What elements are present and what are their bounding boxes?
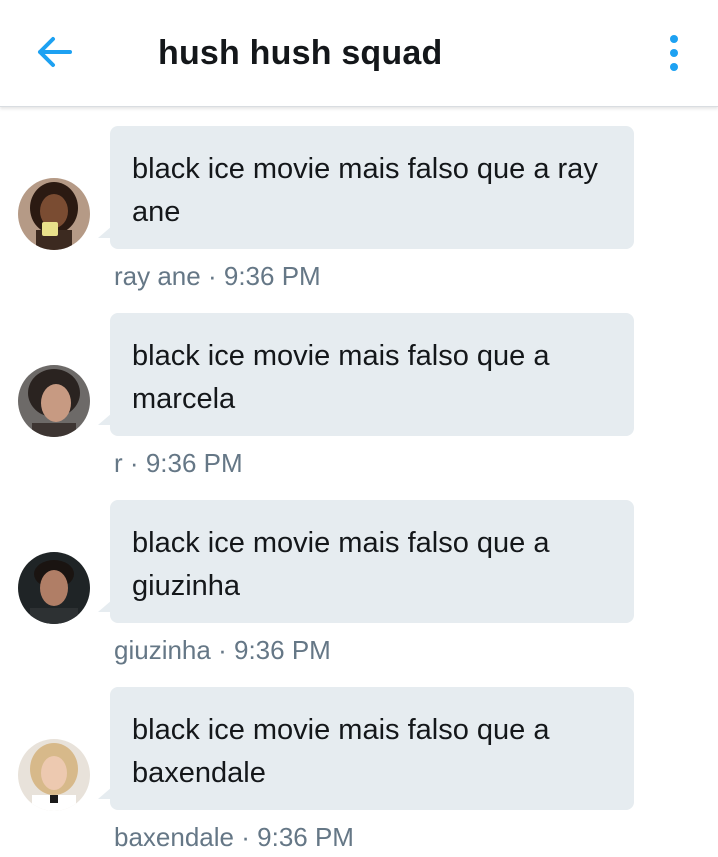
more-options-button[interactable] (664, 33, 684, 73)
timestamp: 9:36 PM (234, 635, 331, 665)
avatar[interactable] (18, 739, 90, 811)
back-button[interactable] (34, 33, 76, 71)
message-text: black ice movie mais falso que a ray ane (132, 153, 598, 228)
sender-name[interactable]: baxendale (114, 822, 234, 852)
more-vertical-icon (670, 35, 678, 43)
message-bubble[interactable]: black ice movie mais falso que a baxenda… (110, 687, 634, 810)
timestamp: 9:36 PM (223, 261, 321, 291)
message-bubble[interactable]: black ice movie mais falso que a ray ane (110, 126, 634, 249)
message-item: black ice movie mais falso que a ray ane… (0, 126, 718, 296)
arrow-left-icon (38, 37, 72, 67)
timestamp: 9:36 PM (257, 822, 354, 852)
message-meta: baxendale · 9:36 PM (114, 822, 354, 852)
sender-name[interactable]: ray ane (114, 261, 201, 291)
message-meta: ray ane · 9:36 PM (114, 261, 321, 291)
avatar[interactable] (18, 178, 90, 250)
message-item: black ice movie mais falso que a baxenda… (0, 687, 718, 857)
message-text: black ice movie mais falso que a giuzinh… (132, 527, 550, 602)
conversation-header: hush hush squad (0, 0, 718, 107)
conversation-title: hush hush squad (158, 34, 443, 72)
sender-name[interactable]: giuzinha (114, 635, 211, 665)
avatar[interactable] (18, 552, 90, 624)
message-meta: giuzinha · 9:36 PM (114, 635, 331, 665)
message-bubble[interactable]: black ice movie mais falso que a giuzinh… (110, 500, 634, 623)
message-text: black ice movie mais falso que a marcela (132, 340, 550, 415)
message-meta: r · 9:36 PM (114, 448, 243, 478)
sender-name[interactable]: r (114, 448, 123, 478)
timestamp: 9:36 PM (145, 448, 243, 478)
message-bubble[interactable]: black ice movie mais falso que a marcela (110, 313, 634, 436)
message-item: black ice movie mais falso que a giuzinh… (0, 500, 718, 670)
message-item: black ice movie mais falso que a marcela… (0, 313, 718, 483)
avatar[interactable] (18, 365, 90, 437)
message-text: black ice movie mais falso que a baxenda… (132, 714, 550, 789)
